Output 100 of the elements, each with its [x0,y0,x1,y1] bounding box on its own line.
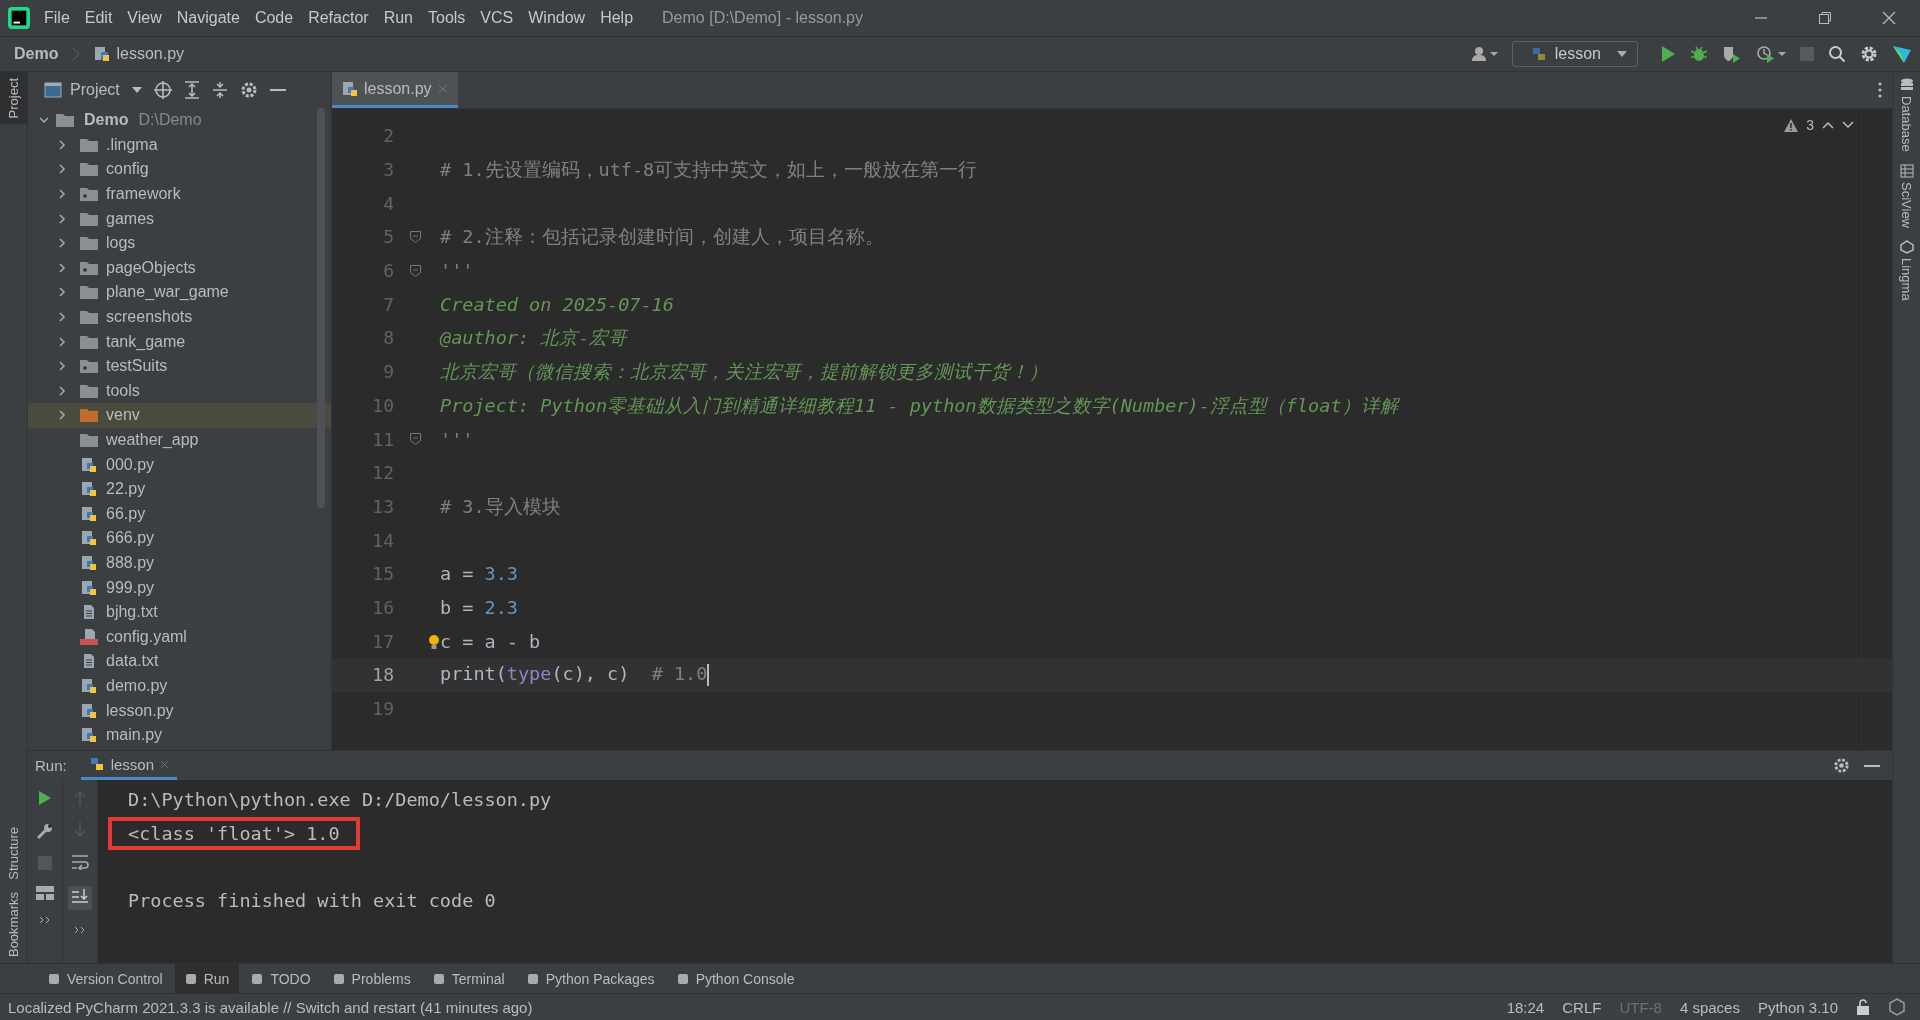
menu-item[interactable]: Window [528,9,586,27]
fold-marker-icon[interactable] [410,433,421,446]
tree-item[interactable]: logs [28,230,331,256]
menu-item[interactable]: Edit [84,9,113,27]
tree-item[interactable]: tank_game [28,329,331,354]
menu-item[interactable]: VCS [480,9,514,27]
tree-item[interactable]: .lingma [28,132,331,158]
code-line: # 2.注释：包括记录创建时间，创建人，项目名称。 [440,225,884,250]
scroll-to-end-icon[interactable] [68,886,92,910]
dropdown-caret-icon[interactable] [131,87,142,93]
tree-item[interactable]: 22.py [28,476,331,502]
tool-window-tab[interactable]: Terminal [422,964,515,993]
layout-icon[interactable] [36,886,54,900]
unlock-icon[interactable] [1856,999,1870,1015]
chevron-down-icon[interactable] [1842,121,1854,129]
lightbulb-icon[interactable] [428,634,440,651]
tree-item[interactable]: 666.py [28,526,331,551]
folder-icon [80,309,98,326]
tree-item[interactable]: 000.py [28,452,331,477]
warning-icon[interactable] [1784,118,1799,132]
user-icon[interactable] [1471,46,1498,62]
chevron-right-icon [56,311,68,324]
tree-item[interactable]: demo.py [28,673,331,699]
tree-item[interactable]: 66.py [28,501,331,527]
breadcrumb-item[interactable]: lesson.py [116,45,185,63]
menu-item[interactable]: Run [383,9,413,27]
run-configuration-dropdown[interactable]: lesson [1511,41,1638,67]
run-icon[interactable] [1660,45,1676,63]
tool-window-tab[interactable]: Version Control [38,964,173,993]
wrench-icon[interactable] [36,822,54,840]
settings-icon[interactable] [239,81,258,99]
menu-item[interactable]: Navigate [176,9,240,27]
menu-item[interactable]: File [44,9,70,27]
tree-item[interactable]: 999.py [28,575,331,600]
menu-item[interactable]: Refactor [308,9,369,27]
close-icon[interactable] [1882,11,1896,25]
menu-item[interactable]: View [127,9,162,27]
coverage-icon[interactable] [1722,45,1742,63]
fold-marker-icon[interactable] [410,264,421,277]
tree-item[interactable]: tools [28,378,331,404]
tree-root-item[interactable]: Demo D:\Demo [28,108,331,133]
minimize-icon[interactable] [269,88,286,92]
restore-icon[interactable] [1818,11,1832,25]
folder-icon [80,407,98,424]
tree-item[interactable]: lesson.py [28,698,331,723]
tree-item[interactable]: config.yaml [28,624,331,650]
search-icon[interactable] [1828,45,1846,63]
profiler-icon[interactable] [1756,45,1786,63]
collapse-all-icon[interactable] [211,81,228,99]
panel-title[interactable]: Project [70,81,120,99]
tree-item[interactable]: pageObjects [28,255,331,281]
rerun-icon[interactable] [38,790,52,806]
settings-icon[interactable] [1860,45,1878,63]
chevron-up-icon[interactable] [1822,121,1834,129]
python-file-icon [80,456,98,473]
status-item[interactable]: 4 spaces [1679,998,1740,1016]
project-tool-tab[interactable]: Project [0,72,27,125]
tree-item[interactable]: weather_app [28,427,331,453]
tool-window-tab[interactable]: Python Packages [516,964,665,993]
python-file-icon [94,46,111,62]
editor-tab[interactable]: lesson.py [332,72,458,108]
crosshair-icon[interactable] [153,81,172,99]
tree-item[interactable]: testSuits [28,353,331,379]
tree-item[interactable]: venv [28,403,331,428]
status-item[interactable]: CRLF [1562,998,1602,1016]
status-item[interactable]: Python 3.10 [1757,998,1838,1016]
fold-marker-icon[interactable] [410,230,421,243]
tree-item[interactable]: plane_war_game [28,280,331,305]
structure-tool-tab[interactable]: Structure [0,821,27,886]
lingma-tool-tab[interactable]: Lingma [1893,233,1920,307]
tree-item[interactable]: games [28,206,331,231]
database-tool-tab[interactable]: Database [1893,72,1920,158]
code-line: 北京宏哥（微信搜索：北京宏哥，关注宏哥，提前解锁更多测试干货！） [440,360,1048,385]
settings-icon[interactable] [1833,757,1850,774]
tree-item[interactable]: framework [28,181,331,207]
tree-item[interactable]: bjhg.txt [28,599,331,625]
menu-item[interactable]: Help [600,9,634,27]
tool-window-tab[interactable]: Run [174,964,240,993]
breadcrumb-item[interactable]: Demo [14,45,59,63]
tree-item[interactable]: screenshots [28,304,331,330]
sciview-tool-tab[interactable]: SciView [1893,157,1920,234]
more-chevrons-icon[interactable] [39,916,51,924]
expand-all-icon[interactable] [183,81,200,99]
tree-item[interactable]: 888.py [28,550,331,576]
tool-window-tab[interactable]: Problems [322,964,421,993]
soft-wrap-icon[interactable] [71,854,89,870]
tree-item[interactable]: main.py [28,722,331,748]
tree-item[interactable]: config [28,157,331,182]
tool-window-tab[interactable]: Python Console [666,964,805,993]
status-item[interactable]: 18:24 [1506,998,1545,1016]
status-message[interactable]: Localized PyCharm 2021.3.3 is available // Switch and restart (41 minutes ago) [8,998,533,1016]
tree-item[interactable]: data.txt [28,649,331,674]
menu-item[interactable]: Code [254,9,294,27]
tool-window-tab[interactable]: TODO [241,964,321,993]
bookmarks-tool-tab[interactable]: Bookmarks [0,885,27,963]
plugin-logo-icon[interactable] [1892,44,1912,64]
bug-icon[interactable] [1690,45,1708,63]
more-options-icon[interactable] [1878,82,1882,98]
menu-item[interactable]: Tools [428,9,466,27]
more-chevrons-icon[interactable] [74,926,86,934]
